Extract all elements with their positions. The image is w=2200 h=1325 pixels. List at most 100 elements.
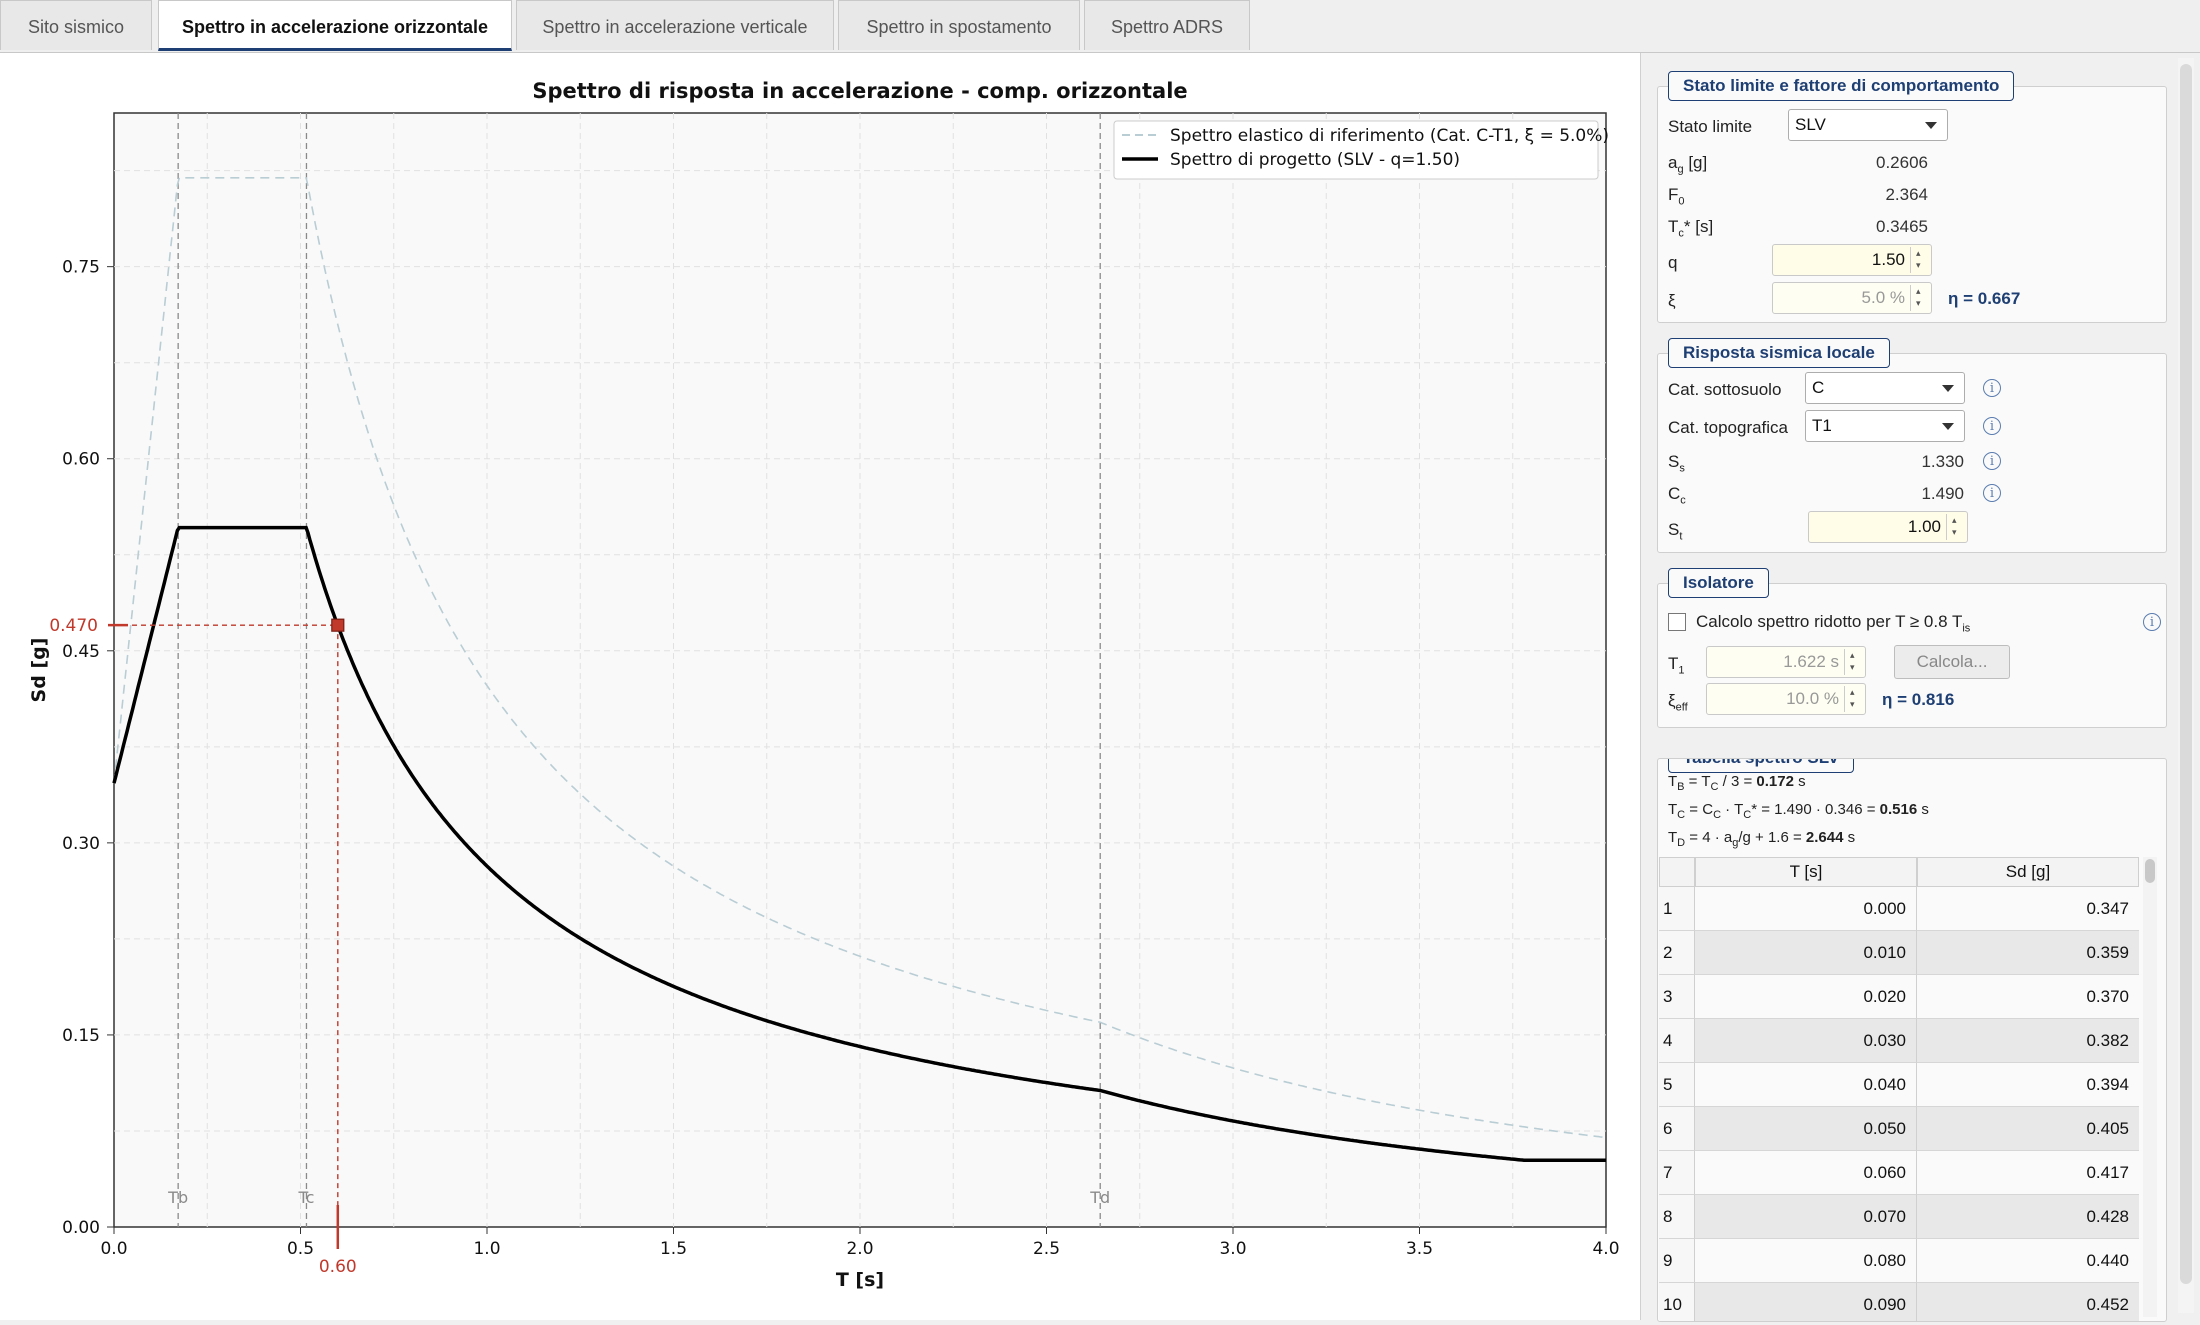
ss-value: 1.330 <box>1921 452 1964 471</box>
cell-t[interactable]: 0.090 <box>1695 1283 1917 1321</box>
group-tabella-title: Tabella spettro SLV <box>1668 759 1855 773</box>
isolatore-checkbox-label[interactable]: Calcolo spettro ridotto per T ≥ 0.8 Tis <box>1696 612 1970 634</box>
info-icon[interactable]: i <box>1983 452 2001 470</box>
f0-label: F0 <box>1668 185 1685 208</box>
cell-sd[interactable]: 0.359 <box>1917 931 2139 975</box>
x-tick-label: 3.5 <box>1406 1239 1433 1259</box>
y-tick-label: 0.45 <box>62 642 100 662</box>
tab-bar: Sito sismico Spettro in accelerazione or… <box>0 0 2200 53</box>
column-header-sd[interactable]: Sd [g] <box>1917 857 2139 887</box>
panel-scrollbar[interactable] <box>2178 58 2194 1313</box>
x-tick-label: 0.0 <box>100 1239 127 1259</box>
cat-sottosuolo-select[interactable]: C <box>1805 372 1965 404</box>
calcola-button[interactable]: Calcola... <box>1894 645 2010 679</box>
row-index: 5 <box>1659 1063 1695 1107</box>
isolatore-checkbox[interactable] <box>1668 613 1686 631</box>
q-spinbox[interactable]: 1.50 ▴ ▾ <box>1772 244 1932 276</box>
cell-t[interactable]: 0.010 <box>1695 931 1917 975</box>
tab-spettro-adrs[interactable]: Spettro ADRS <box>1084 0 1250 50</box>
cell-sd[interactable]: 0.382 <box>1917 1019 2139 1063</box>
info-icon[interactable]: i <box>1983 484 2001 502</box>
info-icon[interactable]: i <box>2143 613 2161 631</box>
cell-sd[interactable]: 0.417 <box>1917 1151 2139 1195</box>
info-icon[interactable]: i <box>1983 417 2001 435</box>
table-row[interactable]: 5 0.040 0.394 <box>1659 1063 2139 1107</box>
q-value: 1.50 <box>1871 250 1905 269</box>
q-label: q <box>1668 253 1678 272</box>
t1-spinbox[interactable]: 1.622 s ▴ ▾ <box>1706 646 1866 678</box>
marker-y-label: 0.470 <box>49 616 98 636</box>
table-row[interactable]: 7 0.060 0.417 <box>1659 1151 2139 1195</box>
period-label-tc: Tc <box>298 1188 315 1207</box>
table-scrollbar[interactable] <box>2143 857 2157 1317</box>
x-tick-label: 2.5 <box>1033 1239 1060 1259</box>
group-risposta-title: Risposta sismica locale <box>1668 338 1890 368</box>
group-stato-limite-title: Stato limite e fattore di comportamento <box>1668 71 2015 101</box>
info-icon[interactable]: i <box>1983 379 2001 397</box>
formula-tc: TC = CC · TC* = 1.490 · 0.346 = 0.516 s <box>1668 801 1929 821</box>
cell-t[interactable]: 0.030 <box>1695 1019 1917 1063</box>
table-row[interactable]: 4 0.030 0.382 <box>1659 1019 2139 1063</box>
table-row[interactable]: 9 0.080 0.440 <box>1659 1239 2139 1283</box>
cat-sottosuolo-value: C <box>1812 378 1825 397</box>
tab-sito-sismico[interactable]: Sito sismico <box>0 0 152 50</box>
cc-label: Cc <box>1668 484 1686 507</box>
cell-sd[interactable]: 0.370 <box>1917 975 2139 1019</box>
row-index: 1 <box>1659 887 1695 931</box>
eta-isolatore-value: η = 0.816 <box>1882 690 1955 709</box>
cat-topografica-select[interactable]: T1 <box>1805 410 1965 442</box>
stato-limite-value: SLV <box>1795 115 1826 134</box>
table-row[interactable]: 10 0.090 0.452 <box>1659 1283 2139 1321</box>
cell-sd[interactable]: 0.452 <box>1917 1283 2139 1321</box>
table-row[interactable]: 6 0.050 0.405 <box>1659 1107 2139 1151</box>
xi-eff-value: 10.0 % <box>1786 689 1839 708</box>
period-label-td: Td <box>1089 1188 1110 1207</box>
table-row[interactable]: 2 0.010 0.359 <box>1659 931 2139 975</box>
cat-sottosuolo-label: Cat. sottosuolo <box>1668 380 1782 399</box>
x-axis-label: T [s] <box>836 1269 884 1291</box>
table-corner <box>1659 857 1695 887</box>
y-tick-label: 0.15 <box>62 1026 100 1046</box>
chart-title: Spettro di risposta in accelerazione - c… <box>532 79 1187 103</box>
cell-t[interactable]: 0.050 <box>1695 1107 1917 1151</box>
cell-t[interactable]: 0.040 <box>1695 1063 1917 1107</box>
tab-spettro-orizzontale[interactable]: Spettro in accelerazione orizzontale <box>158 0 512 51</box>
xi-eff-spinbox[interactable]: 10.0 % ▴ ▾ <box>1706 683 1866 715</box>
group-isolatore-title: Isolatore <box>1668 568 1769 598</box>
x-tick-label: 0.5 <box>287 1239 314 1259</box>
cell-sd[interactable]: 0.440 <box>1917 1239 2139 1283</box>
xi-spinbox[interactable]: 5.0 % ▴ ▾ <box>1772 282 1932 314</box>
ag-value: 0.2606 <box>1876 153 1928 172</box>
cell-sd[interactable]: 0.405 <box>1917 1107 2139 1151</box>
row-index: 10 <box>1659 1283 1695 1321</box>
cell-t[interactable]: 0.060 <box>1695 1151 1917 1195</box>
cell-t[interactable]: 0.070 <box>1695 1195 1917 1239</box>
tc-star-label: Tc* [s] <box>1668 217 1714 240</box>
period-label-tb: Tb <box>167 1188 188 1207</box>
cell-sd[interactable]: 0.394 <box>1917 1063 2139 1107</box>
row-index: 2 <box>1659 931 1695 975</box>
table-row[interactable]: 3 0.020 0.370 <box>1659 975 2139 1019</box>
cell-sd[interactable]: 0.347 <box>1917 887 2139 931</box>
ss-label: Ss <box>1668 452 1685 475</box>
marker-point[interactable] <box>331 618 345 632</box>
cell-sd[interactable]: 0.428 <box>1917 1195 2139 1239</box>
cell-t[interactable]: 0.000 <box>1695 887 1917 931</box>
table-row[interactable]: 1 0.000 0.347 <box>1659 887 2139 931</box>
legend-elastic-label: Spettro elastico di riferimento (Cat. C-… <box>1170 126 1609 146</box>
tab-spettro-spostamento[interactable]: Spettro in spostamento <box>838 0 1080 50</box>
cell-t[interactable]: 0.020 <box>1695 975 1917 1019</box>
spectrum-chart[interactable]: Spettro di risposta in accelerazione - c… <box>0 53 1640 1320</box>
stato-limite-select[interactable]: SLV <box>1788 109 1948 141</box>
st-spinbox[interactable]: 1.00 ▴ ▾ <box>1808 511 1968 543</box>
cat-topografica-value: T1 <box>1812 416 1832 435</box>
st-label: St <box>1668 520 1683 543</box>
tab-spettro-verticale[interactable]: Spettro in accelerazione verticale <box>516 0 834 50</box>
cell-t[interactable]: 0.080 <box>1695 1239 1917 1283</box>
y-tick-label: 0.60 <box>62 450 100 470</box>
stato-limite-label: Stato limite <box>1668 117 1753 136</box>
column-header-t[interactable]: T [s] <box>1695 857 1917 887</box>
table-row[interactable]: 8 0.070 0.428 <box>1659 1195 2139 1239</box>
xi-label: ξ <box>1668 291 1676 310</box>
st-value: 1.00 <box>1907 517 1941 536</box>
